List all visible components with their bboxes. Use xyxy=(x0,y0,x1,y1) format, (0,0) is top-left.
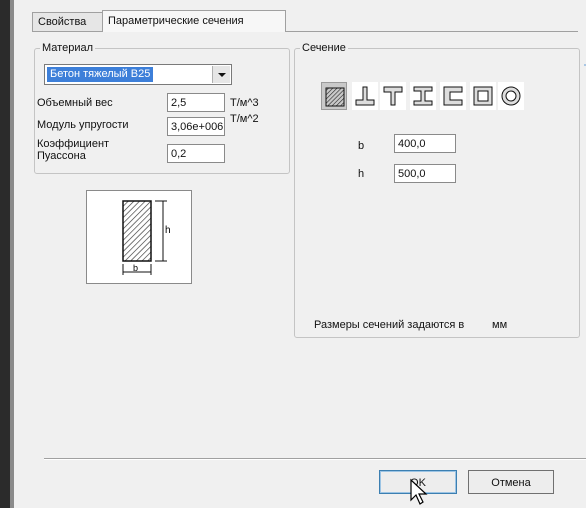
density-unit: Т/м^3 xyxy=(230,97,259,109)
poisson-input[interactable]: 0,2 xyxy=(167,144,225,163)
elastic-modulus-unit: Т/м^2 xyxy=(230,113,259,125)
section-legend: Сечение xyxy=(302,42,346,54)
ring-section-icon xyxy=(501,86,521,106)
cancel-button[interactable]: Отмена xyxy=(468,470,554,494)
i-beam-section-icon xyxy=(413,86,433,106)
chevron-down-icon[interactable] xyxy=(212,66,230,83)
units-note: Размеры сечений задаются в xyxy=(314,319,465,331)
section-type-channel[interactable] xyxy=(440,82,466,110)
window-edge xyxy=(0,0,14,508)
section-type-ring[interactable] xyxy=(498,82,524,110)
elastic-modulus-input[interactable]: 3,06e+006 xyxy=(167,117,225,136)
tab-parametric-sections[interactable]: Параметрические сечения xyxy=(102,10,286,32)
tee-section-icon xyxy=(383,86,403,106)
preview-h-label: h xyxy=(165,225,171,236)
dialog-window: Свойства Параметрические сечения Материа… xyxy=(14,0,586,508)
preview-b-label: b xyxy=(133,263,138,273)
units-value: мм xyxy=(492,319,508,331)
material-selected: Бетон тяжелый B25 xyxy=(47,67,154,82)
elastic-modulus-label: Модуль упругости xyxy=(37,119,129,131)
section-type-i-beam[interactable] xyxy=(410,82,436,110)
rectangle-section-icon xyxy=(325,87,345,107)
material-legend: Материал xyxy=(42,42,93,54)
channel-section-icon xyxy=(443,86,463,106)
tab-properties[interactable]: Свойства xyxy=(32,12,106,31)
section-preview: h b xyxy=(86,190,192,284)
density-input[interactable]: 2,5 xyxy=(167,93,225,112)
box-section-icon xyxy=(473,86,493,106)
material-combobox[interactable]: Бетон тяжелый B25 xyxy=(44,64,232,85)
h-dimension-input[interactable]: 500,0 xyxy=(394,164,456,183)
section-type-box[interactable] xyxy=(470,82,496,110)
poisson-label: Коэффициент Пуассона xyxy=(37,138,110,162)
rectangle-section-diagram: h b xyxy=(122,200,171,275)
h-dimension-label: h xyxy=(358,168,365,180)
section-type-tee[interactable] xyxy=(380,82,406,110)
section-type-rectangle[interactable] xyxy=(321,82,347,110)
b-dimension-label: b xyxy=(358,140,365,152)
density-label: Объемный вес xyxy=(37,97,113,109)
inverted-tee-section-icon xyxy=(355,86,375,106)
mouse-cursor-icon xyxy=(410,478,428,505)
section-type-inverted-tee[interactable] xyxy=(352,82,378,110)
b-dimension-input[interactable]: 400,0 xyxy=(394,134,456,153)
